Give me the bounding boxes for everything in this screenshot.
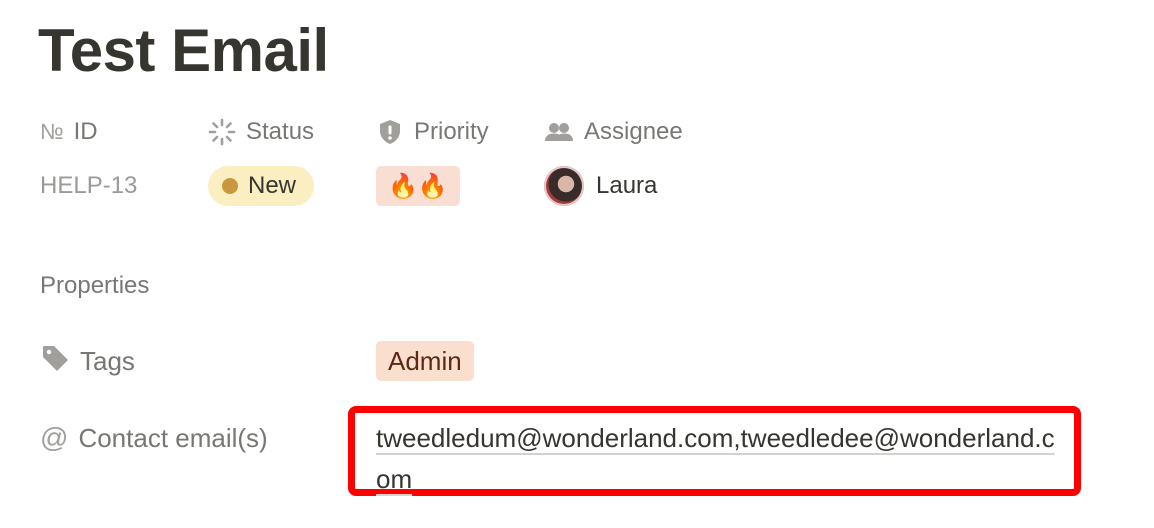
property-status-header[interactable]: Status — [208, 114, 314, 150]
property-id: № ID HELP-13 — [40, 114, 137, 199]
property-id-label: ID — [73, 118, 98, 145]
tags-label: Tags — [80, 345, 135, 376]
status-badge[interactable]: New — [208, 166, 315, 206]
people-icon — [544, 118, 574, 146]
assignee-chip[interactable]: Laura — [544, 166, 657, 206]
tags-row-label[interactable]: Tags — [40, 341, 135, 381]
status-spinner-icon — [208, 118, 236, 146]
property-assignee-label: Assignee — [584, 118, 683, 145]
properties-section-label[interactable]: Properties — [40, 272, 149, 300]
property-assignee: Assignee Laura — [544, 114, 683, 206]
number-icon: № — [40, 119, 64, 144]
tag-pill-admin[interactable]: Admin — [376, 341, 474, 381]
priority-badge[interactable]: 🔥🔥 — [376, 166, 460, 206]
contact-emails-label: Contact email(s) — [78, 422, 268, 453]
page-title[interactable]: Test Email — [38, 12, 329, 90]
property-status-value[interactable]: New — [208, 166, 315, 206]
avatar — [544, 166, 584, 206]
property-status: Status New — [208, 114, 314, 206]
property-id-value: HELP-13 — [40, 172, 138, 199]
property-priority-header[interactable]: Priority — [376, 114, 489, 150]
property-priority: Priority 🔥🔥 — [376, 114, 489, 206]
contact-emails-value[interactable]: tweedledum@wonderland.com,tweedledee@won… — [376, 418, 1066, 500]
property-assignee-value[interactable]: Laura — [544, 166, 657, 206]
exclamation-shield-icon — [376, 118, 404, 146]
contact-emails-row-label[interactable]: @ Contact email(s) — [40, 418, 268, 458]
assignee-name: Laura — [596, 172, 658, 199]
at-icon: @ — [40, 422, 69, 453]
property-priority-value[interactable]: 🔥🔥 — [376, 166, 460, 206]
tag-icon — [40, 343, 70, 380]
property-status-label: Status — [246, 118, 315, 145]
property-assignee-header[interactable]: Assignee — [544, 114, 683, 150]
status-dot-icon — [222, 178, 238, 194]
status-badge-label: New — [248, 172, 297, 199]
property-priority-label: Priority — [414, 118, 489, 145]
property-id-header[interactable]: № ID — [40, 114, 98, 150]
